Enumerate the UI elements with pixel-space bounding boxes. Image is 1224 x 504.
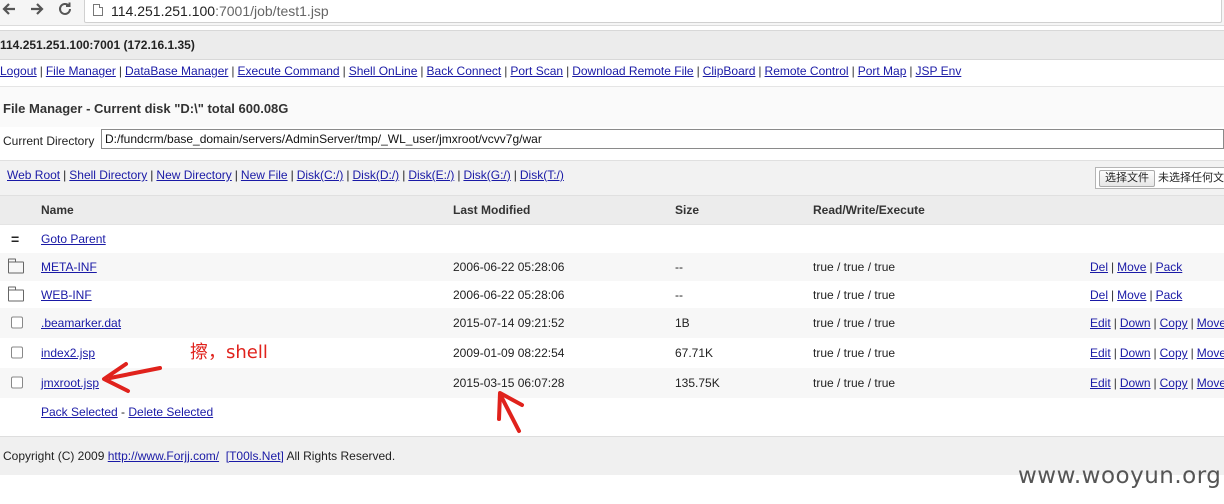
annotation-text: 擦，shell (190, 342, 268, 363)
red-arrow-up-icon (497, 391, 524, 433)
annotation-overlay (102, 362, 524, 433)
watermark: www.wooyun.org (1018, 463, 1222, 489)
red-arrow-left-icon (102, 362, 162, 393)
